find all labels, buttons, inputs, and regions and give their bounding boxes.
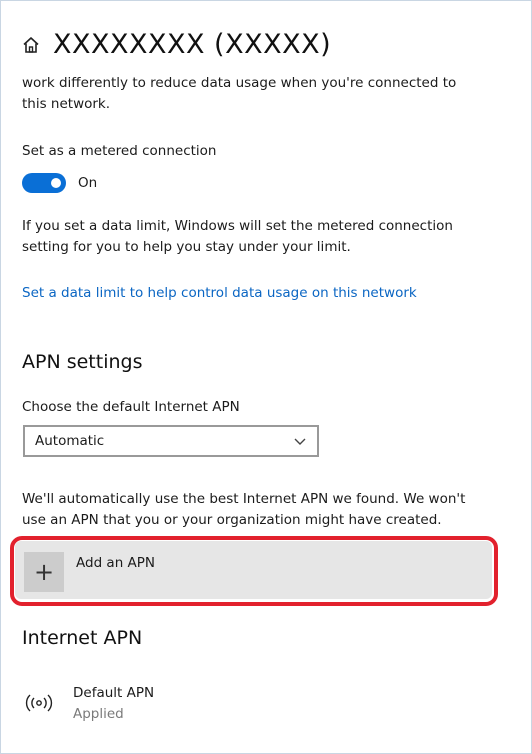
page-title: XXXXXXXX (XXXXX) [53, 29, 332, 60]
add-apn-button[interactable]: + Add an APN [15, 541, 492, 599]
apn-settings-heading: APN settings [22, 351, 143, 373]
data-limit-line-1: If you set a data limit, Windows will se… [22, 218, 453, 234]
cellular-signal-icon [25, 694, 53, 712]
apn-list-item-default[interactable]: Default APN Applied [21, 683, 321, 729]
apn-item-status: Applied [73, 706, 124, 722]
metered-intro-text: work differently to reduce data usage wh… [22, 73, 492, 115]
metered-intro-line-2: this network. [22, 96, 111, 112]
default-apn-dropdown[interactable]: Automatic [23, 425, 319, 457]
title-row: XXXXXXXX (XXXXX) [21, 29, 331, 60]
metered-toggle-label: Set as a metered connection [22, 143, 217, 159]
metered-connection-toggle[interactable] [22, 173, 66, 193]
apn-note-line-2: use an APN that you or your organization… [22, 512, 442, 528]
set-data-limit-link[interactable]: Set a data limit to help control data us… [22, 285, 417, 301]
apn-note-text: We'll automatically use the best Interne… [22, 489, 492, 531]
home-icon[interactable] [21, 35, 41, 55]
data-limit-text: If you set a data limit, Windows will se… [22, 216, 492, 258]
internet-apn-heading: Internet APN [22, 627, 143, 649]
chevron-down-icon [294, 438, 306, 445]
metered-toggle-row: On [22, 173, 97, 193]
add-apn-label: Add an APN [76, 555, 156, 571]
toggle-state-text: On [78, 175, 98, 191]
apn-item-name: Default APN [73, 685, 155, 701]
default-apn-select-label: Choose the default Internet APN [22, 399, 240, 415]
apn-note-line-1: We'll automatically use the best Interne… [22, 491, 466, 507]
default-apn-selected-value: Automatic [35, 433, 105, 449]
metered-intro-line-1: work differently to reduce data usage wh… [22, 75, 457, 91]
settings-window: XXXXXXXX (XXXXX) work differently to red… [0, 0, 532, 754]
data-limit-line-2: setting for you to help you stay under y… [22, 239, 351, 255]
toggle-knob [51, 178, 61, 188]
plus-icon: + [24, 552, 64, 592]
